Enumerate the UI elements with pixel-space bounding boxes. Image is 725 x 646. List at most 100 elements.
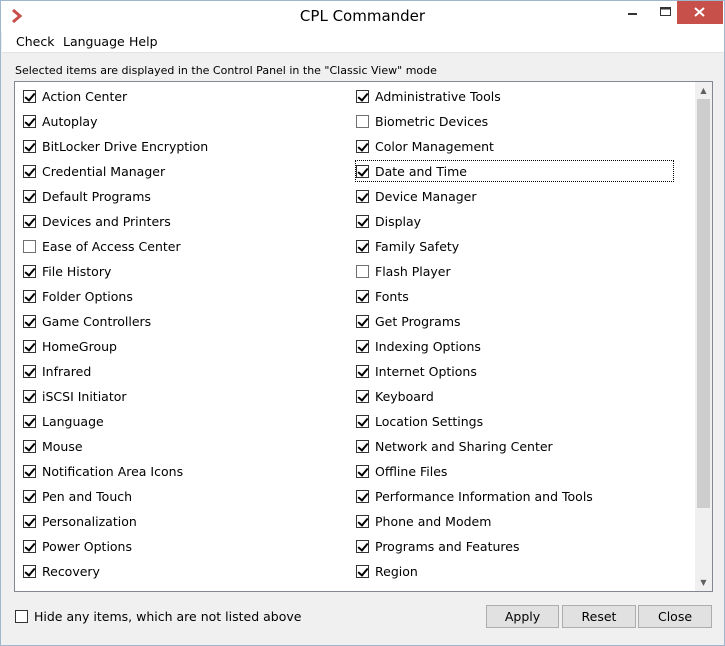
scroll-down-arrow-icon[interactable]: ▼: [695, 574, 712, 591]
list-item[interactable]: Default Programs: [23, 186, 151, 206]
item-checkbox[interactable]: [23, 339, 36, 353]
list-item[interactable]: Network and Sharing Center: [356, 436, 553, 456]
menu-bar: Check Language Help: [2, 32, 724, 52]
item-checkbox[interactable]: [356, 114, 369, 128]
list-item[interactable]: Get Programs: [356, 311, 461, 331]
item-checkbox[interactable]: [356, 139, 369, 153]
list-item[interactable]: Infrared: [23, 361, 91, 381]
item-checkbox[interactable]: [23, 289, 36, 303]
list-item[interactable]: Administrative Tools: [356, 86, 501, 106]
item-label: Credential Manager: [42, 163, 166, 179]
list-item[interactable]: Pen and Touch: [23, 486, 132, 506]
item-checkbox[interactable]: [23, 239, 36, 253]
list-item[interactable]: Color Management: [356, 136, 494, 156]
reset-button[interactable]: Reset: [562, 605, 636, 628]
item-checkbox[interactable]: [23, 389, 36, 403]
list-item[interactable]: Power Options: [23, 536, 132, 556]
item-checkbox[interactable]: [356, 389, 369, 403]
item-checkbox[interactable]: [23, 414, 36, 428]
list-item[interactable]: iSCSI Initiator: [23, 386, 127, 406]
item-checkbox[interactable]: [23, 514, 36, 528]
list-item[interactable]: Phone and Modem: [356, 511, 491, 531]
item-checkbox[interactable]: [356, 164, 369, 178]
list-item[interactable]: Language: [23, 411, 104, 431]
item-checkbox[interactable]: [356, 564, 369, 578]
list-item[interactable]: Notification Area Icons: [23, 461, 183, 481]
item-checkbox[interactable]: [356, 189, 369, 203]
list-item[interactable]: HomeGroup: [23, 336, 117, 356]
list-item[interactable]: Location Settings: [356, 411, 483, 431]
item-checkbox[interactable]: [23, 539, 36, 553]
item-checkbox[interactable]: [23, 164, 36, 178]
menu-help[interactable]: Help: [129, 34, 158, 49]
item-checkbox[interactable]: [23, 314, 36, 328]
item-checkbox[interactable]: [356, 214, 369, 228]
list-item[interactable]: Fonts: [356, 286, 409, 306]
item-checkbox[interactable]: [23, 364, 36, 378]
list-item[interactable]: Mouse: [23, 436, 83, 456]
item-checkbox[interactable]: [356, 289, 369, 303]
item-checkbox[interactable]: [356, 364, 369, 378]
list-item[interactable]: Flash Player: [356, 261, 451, 281]
menu-check[interactable]: Check: [16, 34, 54, 49]
item-checkbox[interactable]: [356, 239, 369, 253]
list-item[interactable]: Autoplay: [23, 111, 98, 131]
list-item[interactable]: Recovery: [23, 561, 100, 581]
list-item[interactable]: Credential Manager: [23, 161, 165, 181]
item-checkbox[interactable]: [23, 264, 36, 278]
list-item[interactable]: Folder Options: [23, 286, 133, 306]
item-checkbox[interactable]: [356, 314, 369, 328]
list-item[interactable]: Ease of Access Center: [23, 236, 181, 256]
item-checkbox[interactable]: [23, 139, 36, 153]
close-button[interactable]: Close: [638, 605, 712, 628]
item-checkbox[interactable]: [23, 114, 36, 128]
item-checkbox[interactable]: [356, 539, 369, 553]
list-item[interactable]: Date and Time: [355, 160, 674, 182]
scroll-up-arrow-icon[interactable]: ▲: [695, 82, 712, 99]
menu-language[interactable]: Language: [63, 34, 125, 49]
item-checkbox[interactable]: [23, 189, 36, 203]
item-checkbox[interactable]: [23, 89, 36, 103]
item-checkbox[interactable]: [23, 489, 36, 503]
list-item[interactable]: Personalization: [23, 511, 137, 531]
item-checkbox[interactable]: [356, 464, 369, 478]
item-checkbox[interactable]: [356, 514, 369, 528]
hide-unlisted-checkbox[interactable]: Hide any items, which are not listed abo…: [15, 609, 301, 624]
list-item[interactable]: Offline Files: [356, 461, 447, 481]
list-item[interactable]: Devices and Printers: [23, 211, 171, 231]
item-checkbox[interactable]: [23, 214, 36, 228]
item-checkbox[interactable]: [356, 489, 369, 503]
list-item[interactable]: File History: [23, 261, 111, 281]
item-checkbox[interactable]: [356, 264, 369, 278]
list-item[interactable]: Display: [356, 211, 421, 231]
list-item[interactable]: Game Controllers: [23, 311, 151, 331]
item-checkbox[interactable]: [356, 439, 369, 453]
apply-button[interactable]: Apply: [486, 605, 559, 628]
close-window-button[interactable]: [677, 1, 723, 24]
scrollbar-thumb[interactable]: [697, 99, 710, 508]
list-item[interactable]: Indexing Options: [356, 336, 481, 356]
item-checkbox[interactable]: [23, 564, 36, 578]
title-bar[interactable]: CPL Commander: [1, 1, 724, 32]
info-text: Selected items are displayed in the Cont…: [15, 64, 437, 77]
item-checkbox[interactable]: [23, 464, 36, 478]
list-item[interactable]: BitLocker Drive Encryption: [23, 136, 208, 156]
list-item[interactable]: Device Manager: [356, 186, 477, 206]
item-label: Notification Area Icons: [42, 463, 184, 479]
item-checkbox[interactable]: [356, 414, 369, 428]
minimize-button[interactable]: [610, 1, 656, 24]
vertical-scrollbar[interactable]: ▲ ▼: [695, 82, 712, 591]
list-item[interactable]: Family Safety: [356, 236, 459, 256]
item-checkbox[interactable]: [356, 89, 369, 103]
list-item[interactable]: Programs and Features: [356, 536, 519, 556]
list-item[interactable]: Region: [356, 561, 418, 581]
checkbox-box[interactable]: [15, 610, 28, 623]
list-item[interactable]: Action Center: [23, 86, 127, 106]
item-checkbox[interactable]: [356, 339, 369, 353]
list-item[interactable]: Performance Information and Tools: [356, 486, 593, 506]
item-checkbox[interactable]: [23, 439, 36, 453]
maximize-button[interactable]: [655, 1, 677, 24]
list-item[interactable]: Biometric Devices: [356, 111, 488, 131]
list-item[interactable]: Internet Options: [356, 361, 477, 381]
list-item[interactable]: Keyboard: [356, 386, 434, 406]
